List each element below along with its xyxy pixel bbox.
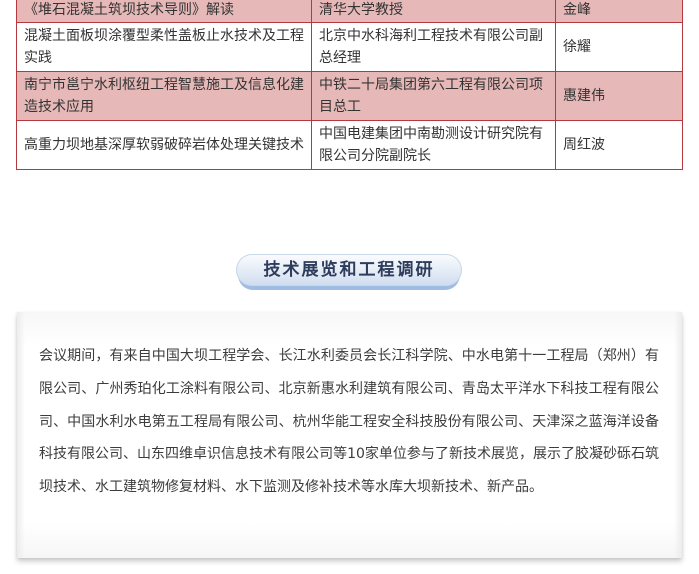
table-row: 混凝土面板坝涂覆型柔性盖板止水技术及工程实践 北京中水科海利工程技术有限公司副总… xyxy=(16,22,683,72)
table-row: 南宁市邕宁水利枢纽工程智慧施工及信息化建造技术应用 中铁二十局集团第六工程有限公… xyxy=(16,71,683,121)
organization-cell: 北京中水科海利工程技术有限公司副总经理 xyxy=(311,22,556,72)
speaker-table: 《堆石混凝土筑坝技术导则》解读 清华大学教授 金峰 混凝土面板坝涂覆型柔性盖板止… xyxy=(16,0,683,170)
speaker-cell: 徐耀 xyxy=(555,22,683,72)
info-card: 会议期间，有来自中国大坝工程学会、长江水利委员会长江科学院、中水电第十一工程局（… xyxy=(17,312,682,558)
section-title: 技术展览和工程调研 xyxy=(263,260,435,280)
topic-cell: 南宁市邕宁水利枢纽工程智慧施工及信息化建造技术应用 xyxy=(16,71,312,121)
organization-cell: 中国电建集团中南勘测设计研究院有限公司分院副院长 xyxy=(311,120,556,170)
speaker-cell: 金峰 xyxy=(555,0,683,23)
card-edge-right xyxy=(674,312,682,558)
section-title-badge: 技术展览和工程调研 xyxy=(236,254,462,290)
table-row: 《堆石混凝土筑坝技术导则》解读 清华大学教授 金峰 xyxy=(16,0,683,23)
card-edge-left xyxy=(17,312,25,558)
exhibition-paragraph: 会议期间，有来自中国大坝工程学会、长江水利委员会长江科学院、中水电第十一工程局（… xyxy=(39,348,659,496)
topic-cell: 《堆石混凝土筑坝技术导则》解读 xyxy=(16,0,312,23)
topic-cell: 高重力坝地基深厚软弱破碎岩体处理关键技术 xyxy=(16,120,312,170)
organization-cell: 中铁二十局集团第六工程有限公司项目总工 xyxy=(311,71,556,121)
table-row: 高重力坝地基深厚软弱破碎岩体处理关键技术 中国电建集团中南勘测设计研究院有限公司… xyxy=(16,120,683,170)
organization-cell: 清华大学教授 xyxy=(311,0,556,23)
topic-cell: 混凝土面板坝涂覆型柔性盖板止水技术及工程实践 xyxy=(16,22,312,72)
speaker-cell: 惠建伟 xyxy=(555,71,683,121)
speaker-cell: 周红波 xyxy=(555,120,683,170)
